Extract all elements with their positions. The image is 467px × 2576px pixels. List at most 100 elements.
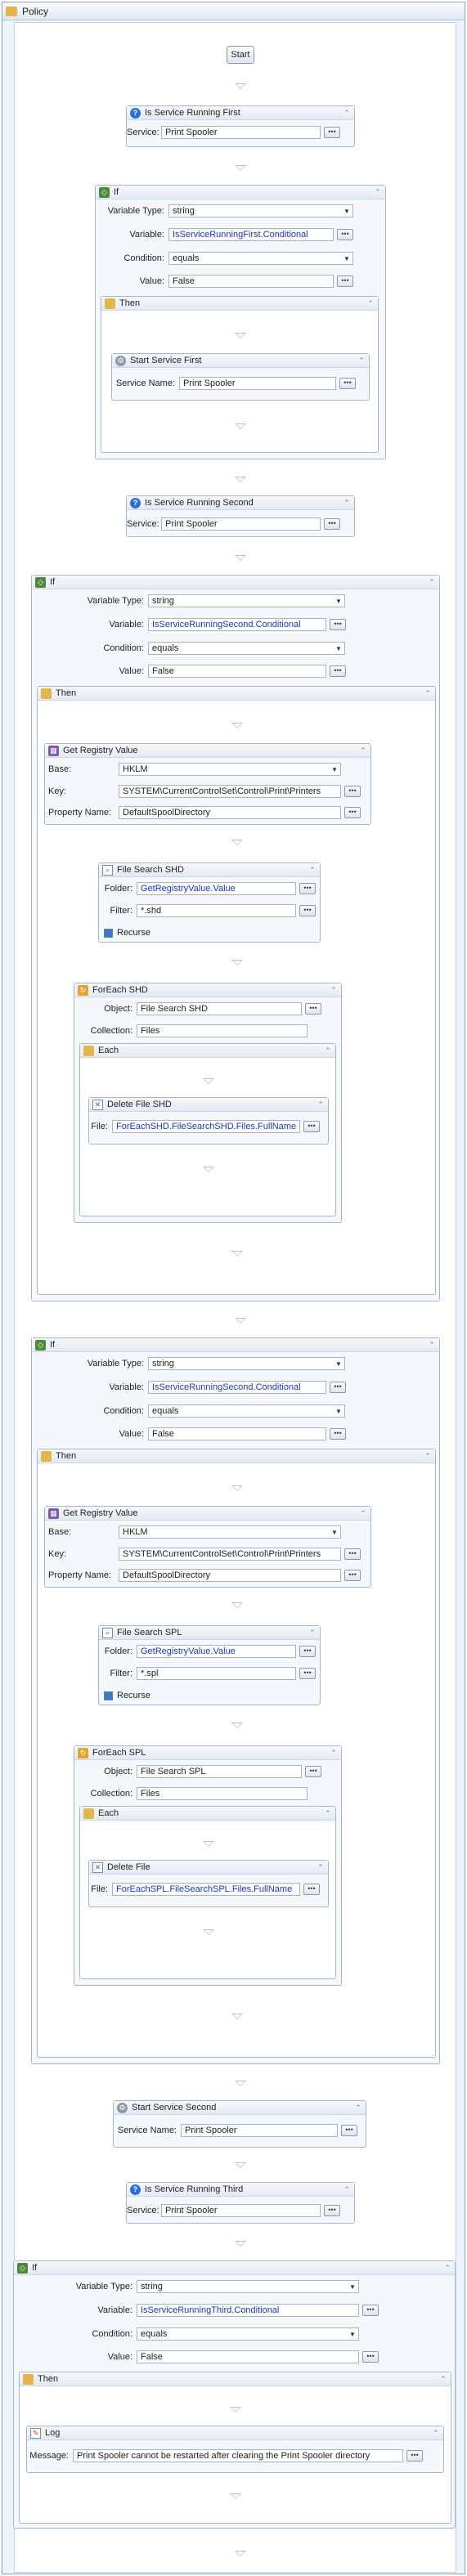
activity-get-registry-value[interactable]: ▦ Get Registry Value ⌃ Base: HKLM ▼ Key: SYST…	[44, 743, 371, 825]
property-name-field[interactable]: DefaultSpoolDirectory	[119, 1569, 341, 1582]
collapse-icon[interactable]: ⌃	[343, 109, 351, 117]
collapse-icon[interactable]: ⌃	[308, 866, 317, 874]
collapse-icon[interactable]: ⌃	[359, 746, 367, 755]
base-select[interactable]: HKLM ▼	[119, 763, 341, 776]
ellipsis-button[interactable]: •••	[344, 1548, 361, 1560]
message-field[interactable]: Print Spooler cannot be restarted after …	[73, 2449, 403, 2462]
activity-if-2[interactable]: ◇ If ⌃ Variable Type: string ▼ Variable: IsSe…	[31, 575, 440, 1301]
ellipsis-button[interactable]: •••	[344, 1570, 361, 1581]
collapse-icon[interactable]: ⌃	[439, 2375, 447, 2383]
collapse-icon[interactable]: ⌃	[324, 1046, 332, 1055]
activity-is-service-running-second[interactable]: ? Is Service Running Second ⌃ Service: Prin…	[126, 495, 355, 537]
variable-type-select[interactable]: string ▼	[148, 1357, 345, 1370]
workflow-canvas[interactable]: Start ? Is Service Running First ⌃ Service…	[13, 22, 456, 2573]
service-field[interactable]: Print Spooler	[161, 2204, 321, 2217]
collapse-icon[interactable]: ⌃	[343, 499, 351, 507]
value-field[interactable]: False	[168, 275, 334, 288]
collection-field[interactable]: Files	[137, 1787, 308, 1800]
ellipsis-button[interactable]: •••	[303, 1884, 320, 1895]
ellipsis-button[interactable]: •••	[330, 1428, 346, 1440]
condition-select[interactable]: equals ▼	[148, 1404, 345, 1418]
ellipsis-button[interactable]: •••	[330, 619, 346, 630]
collapse-icon[interactable]: ⌃	[317, 1863, 325, 1871]
activity-delete-file-shd[interactable]: ✕ Delete File SHD ⌃ File: ForEachSHD.FileSe…	[88, 1097, 329, 1145]
condition-select[interactable]: equals ▼	[168, 252, 353, 265]
collapse-icon[interactable]: ⌃	[359, 1509, 367, 1517]
collapse-icon[interactable]: ⌃	[343, 2185, 351, 2193]
activity-if-4[interactable]: ◇ If ⌃ Variable Type: string ▼ Variable: IsSe…	[13, 2260, 456, 2529]
ellipsis-button[interactable]: •••	[406, 2450, 423, 2462]
ellipsis-button[interactable]: •••	[299, 1668, 316, 1679]
ellipsis-button[interactable]: •••	[305, 1003, 321, 1015]
collapse-icon[interactable]: ⌃	[428, 1341, 436, 1349]
collapse-icon[interactable]: ⌃	[324, 1809, 332, 1817]
ellipsis-button[interactable]: •••	[330, 1382, 346, 1393]
base-select[interactable]: HKLM ▼	[119, 1525, 341, 1539]
activity-start-service-second[interactable]: ⚙ Start Service Second ⌃ Service Name: Prin…	[113, 2100, 366, 2148]
activity-file-search-spl[interactable]: ⌕ File Search SPL ⌃ Folder: GetRegistryValu…	[98, 1625, 321, 1705]
collection-field[interactable]: Files	[137, 1024, 308, 1037]
condition-select[interactable]: equals ▼	[137, 2327, 359, 2341]
activity-is-service-running-third[interactable]: ? Is Service Running Third ⌃ Service: Print…	[126, 2182, 355, 2224]
ellipsis-button[interactable]: •••	[299, 905, 316, 916]
ellipsis-button[interactable]: •••	[299, 883, 316, 894]
activity-file-search-shd[interactable]: ⌕ File Search SHD ⌃ Folder: GetRegistryValu…	[98, 862, 321, 943]
property-name-field[interactable]: DefaultSpoolDirectory	[119, 806, 341, 819]
value-field[interactable]: False	[137, 2350, 359, 2363]
activity-foreach-shd[interactable]: ↻ ForEach SHD ⌃ Object: File Search SHD ••• …	[74, 983, 342, 1223]
activity-is-service-running-first[interactable]: ? Is Service Running First ⌃ Service: Prin…	[126, 105, 355, 147]
ellipsis-button[interactable]: •••	[362, 2351, 379, 2363]
activity-log[interactable]: ✎ Log ⌃ Message: Print Spooler cannot be re…	[26, 2426, 444, 2473]
collapse-icon[interactable]: ⌃	[432, 2429, 440, 2437]
folder-field[interactable]: GetRegistryValue.Value	[137, 1645, 296, 1658]
activity-if-1[interactable]: ◇ If ⌃ Variable Type: string ▼ Variable: IsSe…	[95, 185, 386, 459]
key-field[interactable]: SYSTEM\CurrentControlSet\Control\Print\P…	[119, 785, 341, 798]
collapse-icon[interactable]: ⌃	[366, 299, 375, 307]
collapse-icon[interactable]: ⌃	[374, 188, 382, 196]
service-field[interactable]: Print Spooler	[161, 517, 321, 531]
filter-field[interactable]: *.shd	[137, 904, 296, 917]
collapse-icon[interactable]: ⌃	[424, 689, 432, 697]
ellipsis-button[interactable]: •••	[341, 2125, 357, 2136]
ellipsis-button[interactable]: •••	[305, 1766, 321, 1777]
ellipsis-button[interactable]: •••	[344, 807, 361, 818]
variable-type-select[interactable]: string ▼	[137, 2280, 359, 2293]
collapse-icon[interactable]: ⌃	[357, 356, 366, 365]
start-node[interactable]: Start	[227, 46, 254, 64]
activity-foreach-spl[interactable]: ↻ ForEach SPL ⌃ Object: File Search SPL ••• …	[74, 1745, 342, 1986]
variable-field[interactable]: IsServiceRunningThird.Conditional	[137, 2304, 359, 2317]
ellipsis-button[interactable]: •••	[330, 665, 346, 677]
activity-if-3[interactable]: ◇ If ⌃ Variable Type: string ▼ Variable: IsSe…	[31, 1337, 440, 2064]
value-field[interactable]: False	[148, 665, 326, 678]
value-field[interactable]: False	[148, 1427, 326, 1440]
service-name-field[interactable]: Print Spooler	[179, 377, 336, 390]
activity-get-registry-value[interactable]: ▦ Get Registry Value ⌃ Base: HKLM ▼ Key: SYST…	[44, 1506, 371, 1588]
service-field[interactable]: Print Spooler	[161, 126, 321, 139]
variable-field[interactable]: IsServiceRunningSecond.Conditional	[148, 618, 326, 631]
ellipsis-button[interactable]: •••	[299, 1646, 316, 1657]
ellipsis-button[interactable]: •••	[344, 786, 361, 797]
ellipsis-button[interactable]: •••	[324, 127, 340, 138]
file-field[interactable]: ForEachSHD.FileSearchSHD.Files.FullName	[112, 1120, 300, 1133]
recurse-checkbox[interactable]	[104, 928, 113, 938]
filter-field[interactable]: *.spl	[137, 1667, 296, 1680]
service-name-field[interactable]: Print Spooler	[181, 2124, 338, 2137]
object-field[interactable]: File Search SHD	[137, 1002, 302, 1015]
object-field[interactable]: File Search SPL	[137, 1765, 302, 1778]
collapse-icon[interactable]: ⌃	[443, 2264, 451, 2272]
collapse-icon[interactable]: ⌃	[308, 1628, 317, 1637]
folder-field[interactable]: GetRegistryValue.Value	[137, 882, 296, 895]
variable-type-select[interactable]: string ▼	[168, 204, 353, 217]
collapse-icon[interactable]: ⌃	[424, 1452, 432, 1460]
ellipsis-button[interactable]: •••	[337, 276, 353, 287]
ellipsis-button[interactable]: •••	[362, 2305, 379, 2316]
file-field[interactable]: ForEachSPL.FileSearchSPL.Files.FullName	[112, 1883, 300, 1896]
collapse-icon[interactable]: ⌃	[330, 986, 338, 994]
activity-delete-file[interactable]: ✕ Delete File ⌃ File: ForEachSPL.FileSearch…	[88, 1860, 329, 1907]
variable-field[interactable]: IsServiceRunningFirst.Conditional	[168, 228, 334, 241]
collapse-icon[interactable]: ⌃	[428, 578, 436, 586]
variable-field[interactable]: IsServiceRunningSecond.Conditional	[148, 1381, 326, 1394]
ellipsis-button[interactable]: •••	[324, 2205, 340, 2216]
collapse-icon[interactable]: ⌃	[354, 2103, 362, 2112]
ellipsis-button[interactable]: •••	[339, 378, 356, 389]
